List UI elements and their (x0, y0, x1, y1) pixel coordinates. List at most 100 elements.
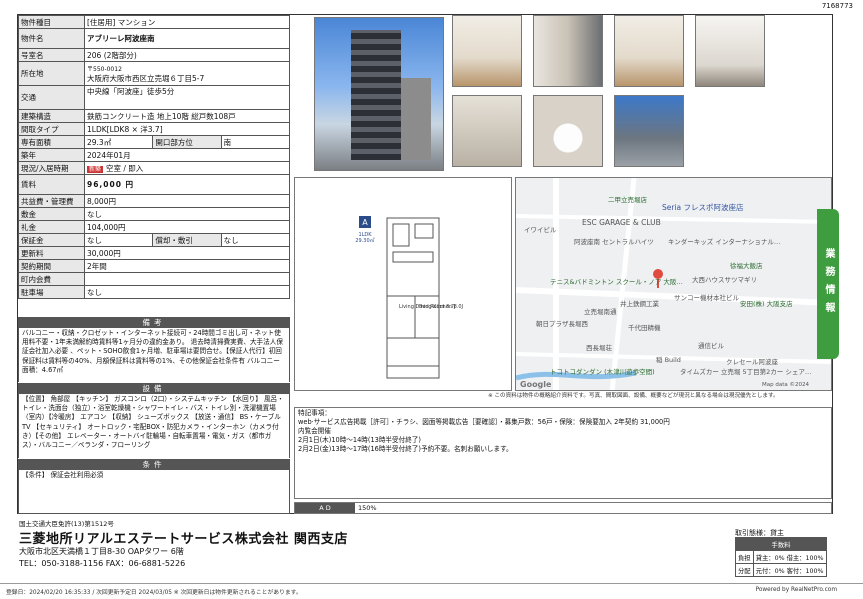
powered-by: Powered by RealNetPro.com (755, 587, 837, 593)
business-info-tab[interactable]: 業務情報 (817, 209, 839, 359)
label: 賃料 (18, 174, 85, 195)
address: 〒550-0012 大阪府大阪市西区立売堀６丁目5-7 (84, 61, 290, 86)
unit-area: 29.30㎡ (355, 237, 374, 244)
status-text: 空室 / 即入 (106, 163, 144, 173)
company-phone: TEL：050-3188-1156 FAX：06-6881-5226 (19, 559, 186, 568)
parking: なし (84, 285, 290, 299)
map-label: 西長堀荘 (586, 344, 612, 352)
company-address: 大阪市北区天満橋１丁目8-30 OAPタワー 6階 (19, 547, 184, 556)
address-text: 大阪府大阪市西区立売堀６丁目5-7 (87, 73, 205, 83)
label: 償却・敷引 (152, 233, 222, 247)
washroom-photo (695, 15, 765, 87)
map-label: 井上鉄鋼工業 (620, 300, 659, 308)
label: 間取タイプ (18, 122, 85, 136)
map-label: Seria フレスポ阿波座店 (662, 203, 744, 212)
facing: 南 (220, 135, 291, 149)
notes-line: 内覧会開催 (298, 427, 331, 435)
ad-label: A D (295, 503, 355, 513)
layout-type: 1LDK[LDK8 × 洋3.7] (84, 122, 290, 136)
ad-row: A D 150% (294, 502, 832, 514)
property-name: アブリーレ阿波座南 (84, 28, 290, 49)
interior-photo (452, 15, 522, 87)
label: 交通 (18, 85, 85, 110)
map-label: 朝日プラザ長堀西 (536, 320, 588, 328)
floor-plan-drawing: A 1LDK 29.30㎡ Living Dining Kitchen 8.0J… (355, 216, 463, 379)
remarks-title: 備考 (18, 317, 290, 328)
notes-line: 2月1日(木)10時～14時(13時半受付終了) (298, 436, 421, 444)
label: 専有面積 (18, 135, 85, 149)
bedroom-label: Bed Room 3.7J (419, 304, 456, 310)
label: 開口部方位 (152, 135, 222, 149)
contract-period: 2年間 (84, 259, 290, 273)
rent-price: 96,000 円 (84, 174, 290, 195)
postal-code: 〒550-0012 (87, 65, 122, 73)
building-exterior-photo (314, 17, 444, 171)
plan-outline (386, 217, 440, 367)
map-label: 大西ハウスサツマギリ (692, 276, 757, 284)
room-number: 206 (2階部分) (84, 48, 290, 62)
ad-value: 150% (358, 504, 377, 512)
property-spec-table: 物件種目 [住居用] マンション 物件名 アブリーレ阿波座南 号室名 206 (… (18, 15, 291, 299)
map-label: 千代田精機 (628, 324, 661, 332)
balcony (386, 365, 440, 379)
map-label: 阿波座南 セントラルハイツ (574, 238, 654, 246)
access: 中央線「阿波座」徒歩5分 (84, 85, 290, 110)
bathroom-photo (452, 95, 522, 167)
label: 号室名 (18, 48, 85, 62)
conditions-text: 【条件】 保証会社利用必須 (18, 470, 290, 514)
fee-header: 手数料 (735, 537, 827, 551)
map-label: クレセール阿波座 (726, 358, 778, 366)
map-label: 徐福大飯店 (730, 262, 763, 270)
toilet-photo (533, 95, 603, 167)
bath-unit (392, 223, 410, 247)
key-money: 104,000円 (84, 220, 290, 234)
conditions-title: 条件 (18, 459, 290, 470)
kitchen-counter (392, 251, 434, 263)
renewal-fee: 30,000円 (84, 246, 290, 260)
map-label: サンコー機材本社ビル (674, 294, 739, 302)
management-fee: 8,000円 (84, 194, 290, 208)
guarantee-deposit: なし (83, 233, 154, 247)
map-label: 通信ビル (698, 342, 724, 350)
label: 町内会費 (18, 272, 85, 286)
amortization: なし (220, 233, 291, 247)
document-id: 7168773 (821, 2, 853, 10)
label: 駐車場 (18, 285, 85, 299)
notes-title: 特記事項： (298, 409, 331, 417)
floor-plan: A 1LDK 29.30㎡ Living Dining Kitchen 8.0J… (294, 177, 512, 391)
map-label: ESC GARAGE & CLUB (582, 218, 661, 227)
company-name: 三菱地所リアルエステートサービス株式会社 関西支店 (19, 532, 348, 547)
fee-value: 元付：0% 客付：100% (752, 563, 828, 577)
remarks-text: バルコニー・収納・クロゼット・インターネット接続可・24時間ゴミ出し可・ネット使… (18, 328, 290, 382)
exterior-view-photo (614, 95, 684, 167)
new-badge: 新築 (87, 165, 104, 173)
label: 共益費・管理費 (18, 194, 85, 208)
property-type: [住居用] マンション (84, 15, 290, 29)
fee-table: 手数料 負担 貸主：0% 借主：100% 分配 元付：0% 客付：100% (735, 537, 828, 577)
kitchen-photo (533, 15, 603, 87)
built-date: 2024年01月 (84, 148, 290, 162)
license-number: 国土交通大臣免許(13)第1512号 (19, 520, 114, 528)
label: 建築構造 (18, 109, 85, 123)
map-label: テニス&バドミントン スクール・ノア 大阪… (550, 278, 683, 286)
equipment-text: 【位置】 角部屋 【キッチン】 ガスコンロ（2口）・システムキッチン 【水回り】… (18, 394, 290, 458)
map-label: トコトコダンダン (木津川遊歩空間) (550, 368, 655, 376)
notes-line: 2月2日(金)13時～17時(16時半受付終了)予約不要。名刺お願いします。 (298, 445, 513, 453)
wash-unit (414, 223, 434, 239)
fee-label: 負担 (735, 550, 754, 564)
property-sheet: 物件種目 [住居用] マンション 物件名 アブリーレ阿波座南 号室名 206 (… (17, 14, 833, 514)
map-label: 稲 Build (656, 356, 681, 364)
disclaimer: ※ この資料は物件の概略紹介資料です。写真、間取図面、設備、概要などが現況と異な… (488, 393, 779, 399)
map-label: タイムズカー 立売堀 5丁目第2カー シェア… (680, 368, 812, 376)
map-label: 二甲立売堀店 (608, 196, 647, 204)
label: 保証金 (18, 233, 85, 247)
map-label: 立売堀南通 (584, 308, 617, 316)
label: 現況/入居時期 (18, 161, 85, 175)
building-shape (351, 30, 401, 160)
location-map[interactable]: 二甲立売堀店 Seria フレスポ阿波座店 ESC GARAGE & CLUB … (515, 177, 832, 391)
map-label: イワイビル (524, 226, 557, 234)
floor-area: 29.3㎡ (83, 135, 154, 149)
registration-info: 登録日：2024/02/20 16:35:33 / 次回更新予定日 2024/0… (6, 590, 302, 596)
label: 更新料 (18, 246, 85, 260)
label: 物件種目 (18, 15, 85, 29)
